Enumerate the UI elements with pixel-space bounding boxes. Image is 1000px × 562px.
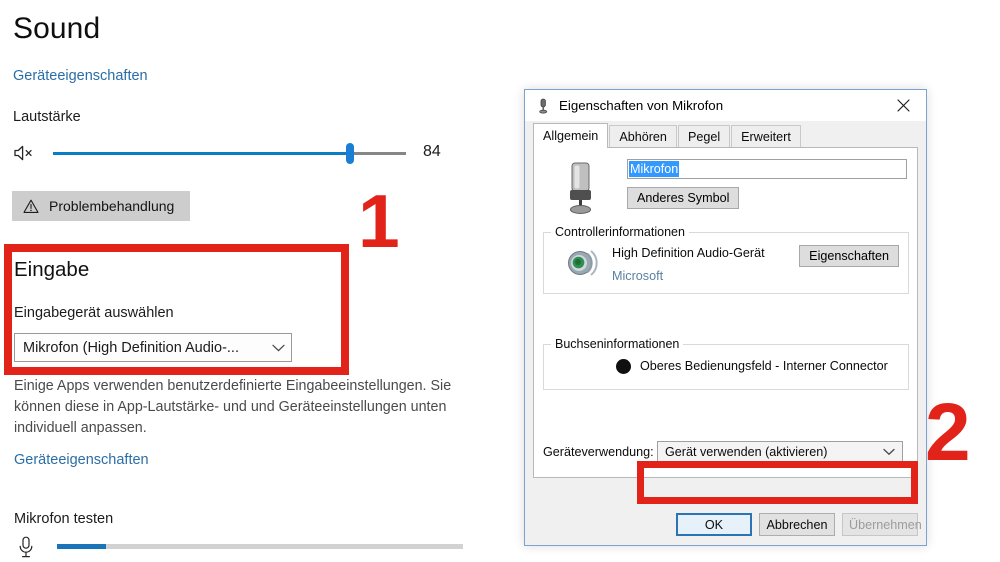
volume-slider-fill: [53, 152, 350, 155]
page-title: Sound: [13, 12, 101, 45]
input-section-title: Eingabe: [14, 258, 90, 281]
volume-slider[interactable]: [53, 143, 406, 164]
sound-settings-pane: Sound Geräteeigenschaften Lautstärke 84 …: [0, 0, 510, 562]
mic-level-bar: [57, 544, 463, 549]
volume-label: Lautstärke: [13, 109, 81, 125]
microphone-icon: [539, 98, 548, 113]
input-device-label: Eingabegerät auswählen: [14, 305, 174, 321]
chevron-down-icon: [876, 448, 902, 456]
dialog-button-bar: OK Abbrechen Übernehmen: [676, 513, 922, 536]
jack-information-group: Buchseninformationen Oberes Bedienungsfe…: [543, 337, 909, 390]
tab-pegel[interactable]: Pegel: [677, 125, 731, 147]
controller-information-group: Controllerinformationen High Definition …: [543, 225, 909, 294]
cancel-button[interactable]: Abbrechen: [759, 513, 835, 536]
dialog-tabstrip: Allgemein Abhören Pegel Erweitert: [533, 123, 926, 148]
dialog-titlebar[interactable]: Eigenschaften von Mikrofon: [525, 90, 926, 121]
dialog-title: Eigenschaften von Mikrofon: [559, 98, 724, 113]
input-device-select[interactable]: Mikrofon (High Definition Audio-...: [14, 333, 292, 362]
volume-slider-thumb[interactable]: [345, 143, 354, 164]
annotation-number-2: 2: [925, 387, 971, 478]
mic-test-label: Mikrofon testen: [14, 511, 114, 527]
device-usage-label: Geräteverwendung:: [543, 445, 654, 459]
device-usage-row: Geräteverwendung: Gerät verwenden (aktiv…: [543, 440, 909, 464]
tab-erweitert[interactable]: Erweitert: [731, 125, 801, 147]
device-properties-link-input[interactable]: Geräteeigenschaften: [14, 452, 149, 468]
mic-level-fill: [57, 544, 106, 549]
device-name-input[interactable]: [627, 159, 907, 179]
close-icon: [897, 99, 910, 112]
device-name-row: Mikrofon Anderes Symbol: [543, 158, 909, 220]
controller-properties-button[interactable]: Eigenschaften: [799, 245, 899, 267]
tab-allgemein[interactable]: Allgemein: [533, 123, 609, 148]
device-properties-link-output[interactable]: Geräteeigenschaften: [13, 68, 148, 84]
jack-group-legend: Buchseninformationen: [551, 337, 684, 351]
controller-device-name: High Definition Audio-Gerät: [612, 246, 765, 260]
microphone-device-icon: [570, 162, 591, 214]
device-usage-select[interactable]: Gerät verwenden (aktivieren): [657, 441, 903, 463]
troubleshoot-button-label: Problembehandlung: [49, 198, 175, 214]
volume-slider-row: 84: [13, 140, 453, 170]
ok-button[interactable]: OK: [676, 513, 752, 536]
controller-group-legend: Controllerinformationen: [551, 225, 689, 239]
close-button[interactable]: [881, 90, 926, 121]
microphone-icon: [19, 536, 33, 558]
mic-test-row: [14, 536, 469, 560]
input-help-text: Einige Apps verwenden benutzerdefinierte…: [14, 378, 452, 436]
apply-button: Übernehmen: [842, 513, 922, 536]
input-device-selected-value: Mikrofon (High Definition Audio-...: [23, 339, 239, 356]
jack-color-dot-icon: [616, 359, 631, 374]
controller-vendor: Microsoft: [612, 269, 664, 283]
troubleshoot-button[interactable]: Problembehandlung: [12, 191, 191, 221]
jack-description: Oberes Bedienungsfeld - Interner Connect…: [640, 359, 888, 373]
microphone-properties-dialog: Eigenschaften von Mikrofon Allgemein Abh…: [524, 89, 927, 546]
warning-triangle-icon: [23, 199, 39, 213]
volume-value: 84: [423, 143, 441, 160]
tabpanel-allgemein: Mikrofon Anderes Symbol Controllerinform…: [533, 147, 918, 478]
chevron-down-icon: [265, 344, 291, 352]
device-usage-selected-value: Gerät verwenden (aktivieren): [665, 445, 828, 459]
audio-speaker-icon: [568, 250, 598, 276]
change-icon-button[interactable]: Anderes Symbol: [627, 187, 740, 209]
speaker-mute-icon[interactable]: [13, 143, 35, 163]
tab-abhoeren[interactable]: Abhören: [609, 125, 677, 147]
